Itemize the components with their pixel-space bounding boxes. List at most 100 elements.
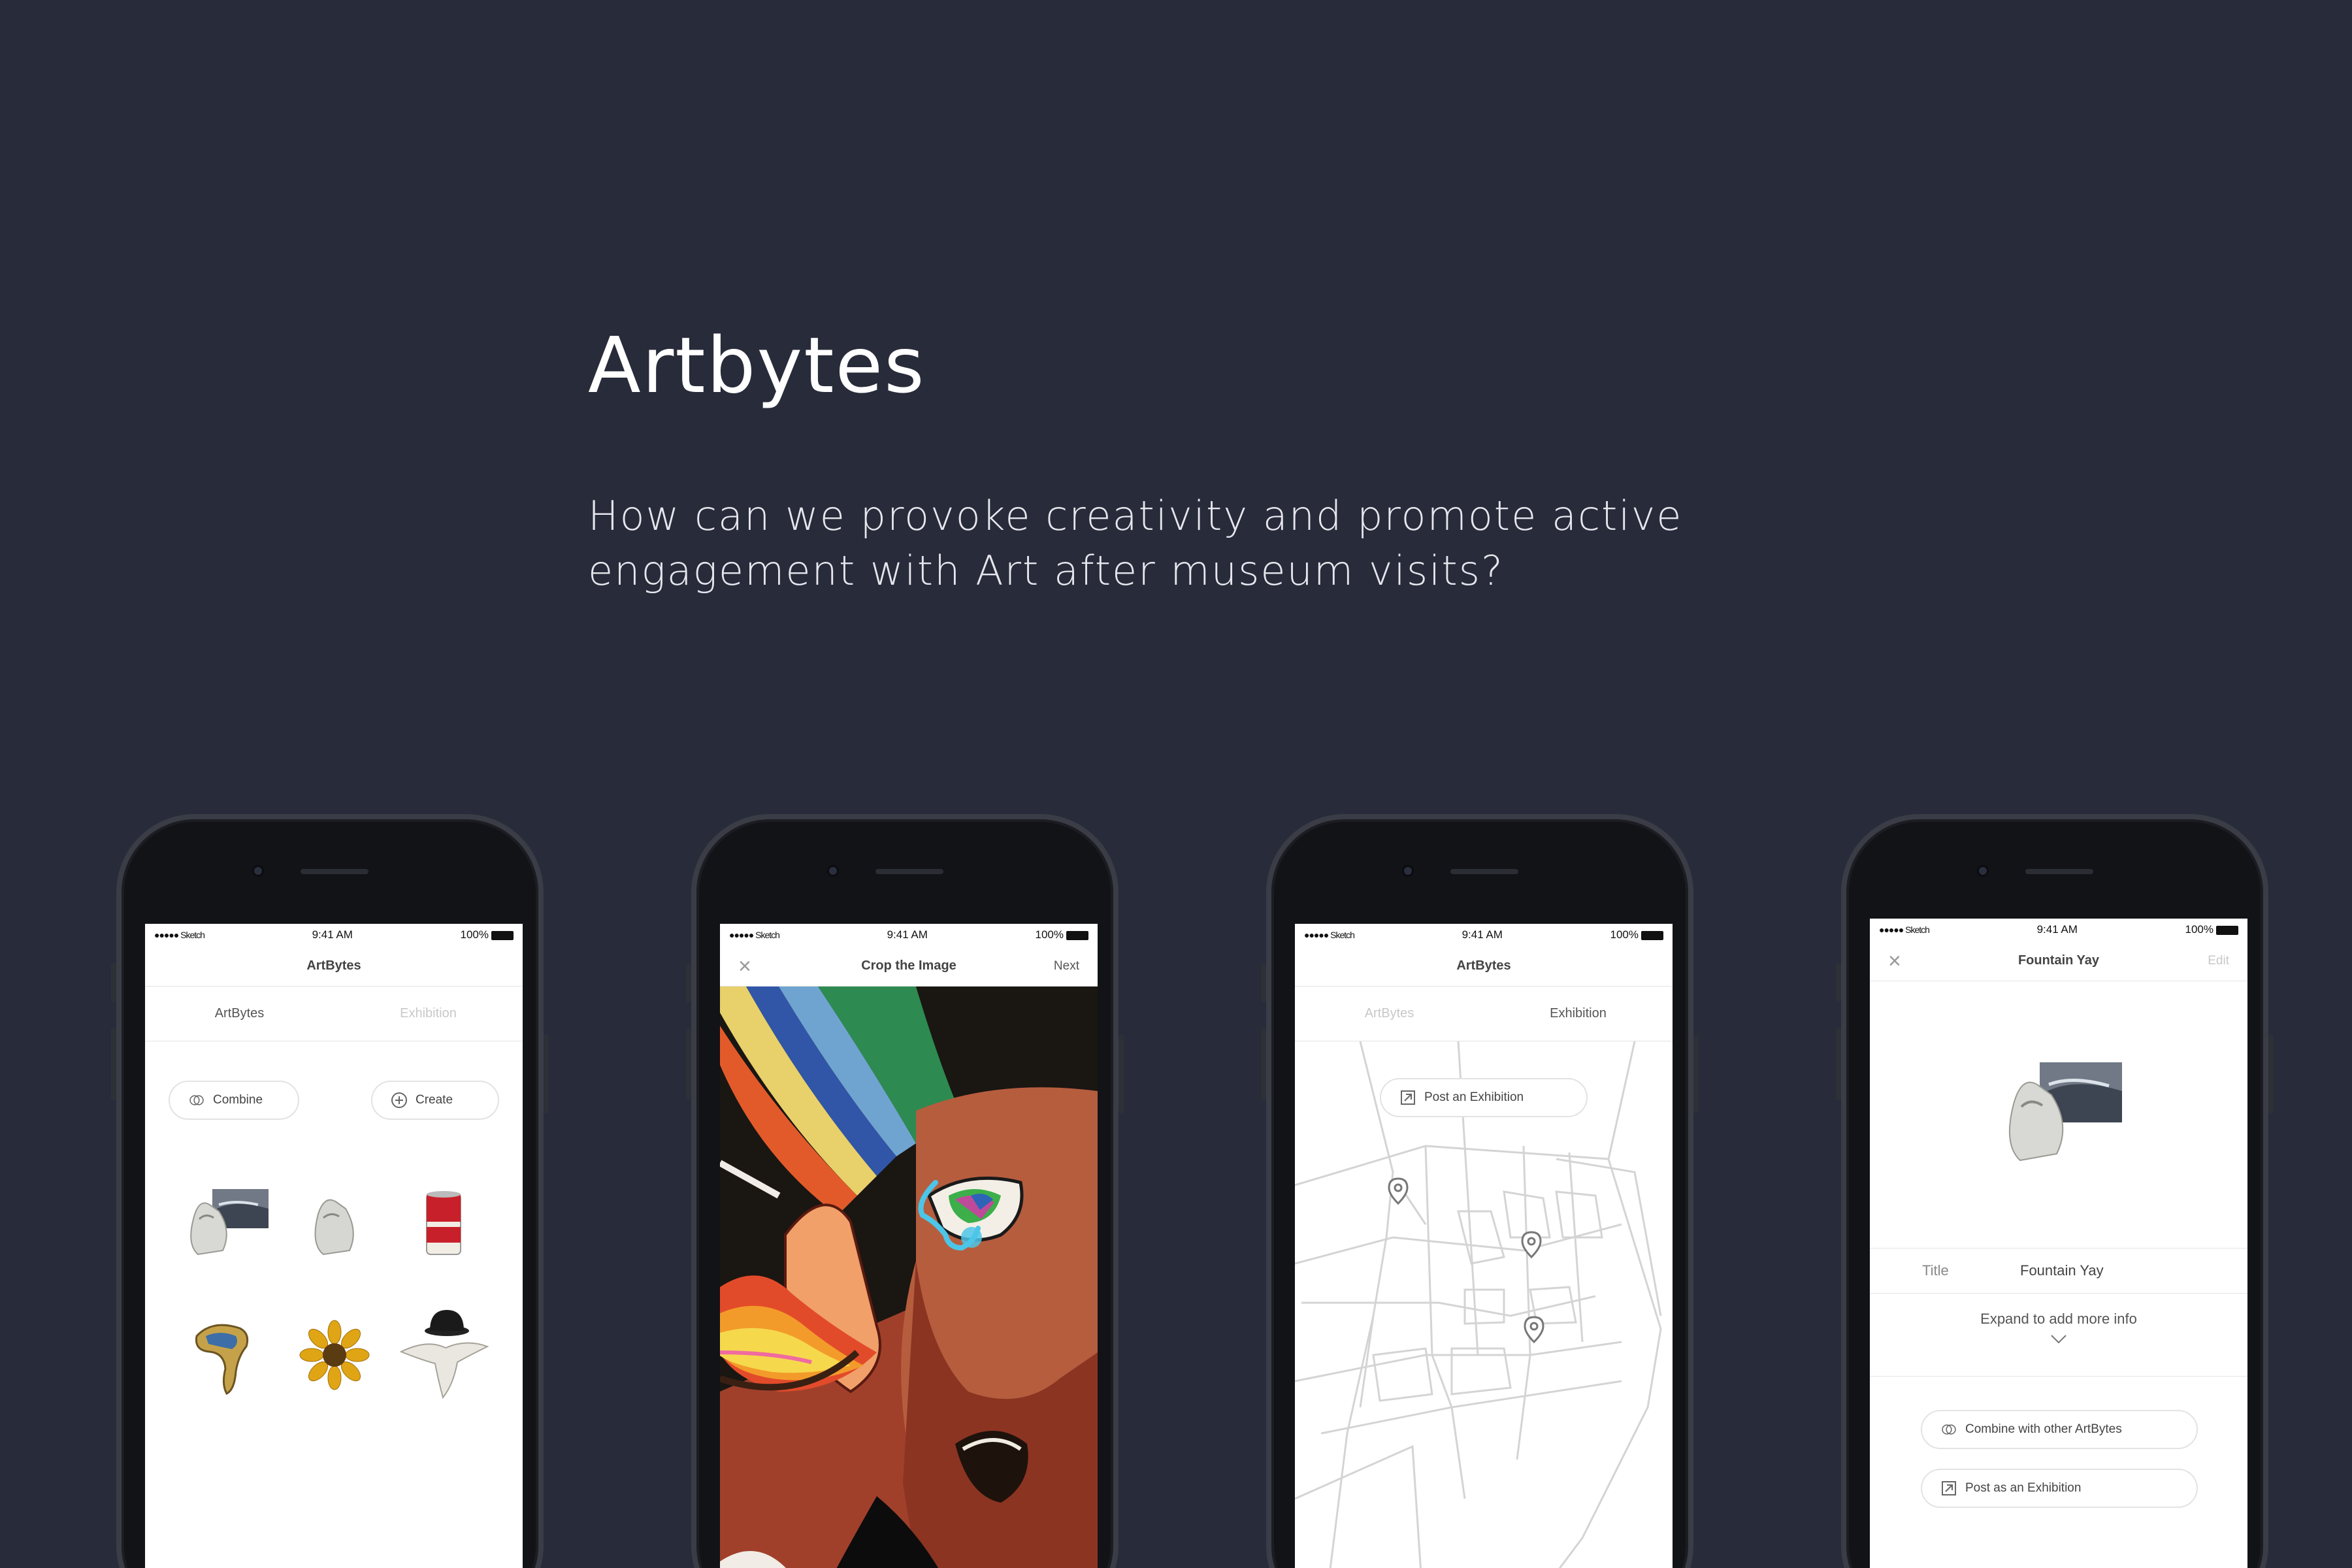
status-bar: ●●●●● Sketch 9:41 AM 100%	[720, 924, 1098, 946]
post-icon	[1399, 1089, 1416, 1106]
nav-bar: ArtBytes	[1295, 946, 1673, 987]
map-pin-icon[interactable]	[1521, 1231, 1542, 1262]
nav-title: Crop the Image	[861, 958, 956, 973]
carrier-signal: ●●●●● Sketch	[1879, 924, 1930, 935]
street-map	[1295, 1041, 1662, 1568]
artwork-image	[720, 987, 1098, 1568]
post-exhibition-label: Post an Exhibition	[1424, 1090, 1524, 1104]
battery-icon	[1641, 930, 1663, 940]
screen: ●●●●● Sketch 9:41 AM 100% × Fountain Yay…	[1870, 919, 2247, 1568]
earpiece-speaker	[301, 869, 368, 874]
artbyte-thumbnail[interactable]	[389, 1309, 498, 1401]
expand-label: Expand to add more info	[1980, 1311, 2137, 1327]
phone-collection: ●●●●● Sketch 9:41 AM 100% ArtBytes ArtBy…	[111, 814, 549, 1568]
artbyte-thumbnail[interactable]	[171, 1179, 280, 1270]
battery-icon	[2216, 925, 2238, 935]
melting-watch-icon	[195, 1324, 249, 1395]
screen: ●●●●● Sketch 9:41 AM 100% × Crop the Ima…	[720, 924, 1098, 1568]
screen: ●●●●● Sketch 9:41 AM 100% ArtBytes ArtBy…	[1295, 924, 1673, 1568]
crop-canvas[interactable]	[720, 987, 1098, 1568]
post-exhibition-button[interactable]: Post an Exhibition	[1380, 1078, 1588, 1117]
artbyte-thumbnail[interactable]	[171, 1309, 280, 1401]
nav-bar: × Crop the Image Next	[720, 946, 1098, 987]
create-button[interactable]: Create	[371, 1081, 499, 1120]
combine-button[interactable]: Combine	[169, 1081, 299, 1120]
map-view[interactable]	[1295, 1041, 1673, 1568]
phone-exhibition-map: ●●●●● Sketch 9:41 AM 100% ArtBytes ArtBy…	[1261, 814, 1699, 1568]
carrier-signal: ●●●●● Sketch	[154, 930, 205, 940]
earpiece-speaker	[2025, 869, 2093, 874]
segment-tabs: ArtBytes Exhibition	[1295, 987, 1673, 1041]
map-pin-icon[interactable]	[1388, 1177, 1409, 1208]
phone-artbyte-detail: ●●●●● Sketch 9:41 AM 100% × Fountain Yay…	[1836, 814, 2274, 1568]
mute-switch	[1836, 963, 1841, 1002]
next-button[interactable]: Next	[1054, 959, 1079, 973]
expand-toggle[interactable]: Expand to add more info	[1870, 1311, 2247, 1348]
power-button	[544, 1035, 549, 1113]
nav-bar: ArtBytes	[145, 946, 523, 987]
status-bar: ●●●●● Sketch 9:41 AM 100%	[145, 924, 523, 946]
battery-indicator: 100%	[1036, 928, 1088, 941]
post-icon	[1940, 1480, 1957, 1497]
hat-dove-icon	[399, 1310, 489, 1399]
tab-exhibition[interactable]: Exhibition	[1484, 987, 1673, 1041]
front-camera	[1977, 865, 1989, 877]
title-value: Fountain Yay	[2020, 1262, 2104, 1279]
tab-artbytes[interactable]: ArtBytes	[1295, 987, 1484, 1041]
status-bar: ●●●●● Sketch 9:41 AM 100%	[1870, 919, 2247, 941]
combine-with-artbytes-button[interactable]: Combine with other ArtBytes	[1921, 1410, 2198, 1449]
edit-button[interactable]: Edit	[2208, 954, 2229, 968]
status-bar: ●●●●● Sketch 9:41 AM 100%	[1295, 924, 1673, 946]
earpiece-speaker	[875, 869, 943, 874]
post-as-exhibition-label: Post as an Exhibition	[1965, 1481, 2082, 1495]
nav-title: ArtBytes	[1456, 958, 1511, 973]
close-icon[interactable]: ×	[1888, 950, 1901, 972]
segment-tabs: ArtBytes Exhibition	[145, 987, 523, 1041]
mute-switch	[1261, 963, 1266, 1002]
title-row[interactable]: Title Fountain Yay	[1870, 1248, 2247, 1294]
fountain-collage-icon	[190, 1189, 269, 1256]
title-label: Title	[1922, 1262, 1949, 1279]
artbyte-thumbnail[interactable]	[389, 1179, 498, 1270]
volume-up-button	[686, 1028, 691, 1100]
artbyte-thumbnail[interactable]	[280, 1179, 389, 1270]
front-camera	[252, 865, 264, 877]
combine-label: Combine	[213, 1093, 263, 1107]
tab-artbytes[interactable]: ArtBytes	[145, 987, 334, 1041]
page-title: Artbytes	[588, 320, 926, 410]
artbyte-thumbnail[interactable]	[280, 1309, 389, 1401]
status-time: 9:41 AM	[1462, 928, 1503, 941]
power-button	[2268, 1035, 2274, 1113]
close-icon[interactable]: ×	[738, 955, 751, 977]
fountain-collage-image	[2008, 1062, 2122, 1162]
status-time: 9:41 AM	[887, 928, 928, 941]
sunflower-icon	[299, 1320, 370, 1390]
post-as-exhibition-button[interactable]: Post as an Exhibition	[1921, 1469, 2198, 1508]
carrier-signal: ●●●●● Sketch	[729, 930, 780, 940]
battery-icon	[1066, 930, 1088, 940]
map-pin-icon[interactable]	[1524, 1316, 1544, 1347]
screen: ●●●●● Sketch 9:41 AM 100% ArtBytes ArtBy…	[145, 924, 523, 1568]
power-button	[1119, 1035, 1124, 1113]
phone-crop: ●●●●● Sketch 9:41 AM 100% × Crop the Ima…	[686, 814, 1124, 1568]
battery-icon	[491, 930, 514, 940]
status-time: 9:41 AM	[2036, 923, 2078, 936]
status-time: 9:41 AM	[312, 928, 353, 941]
fountain-icon	[314, 1199, 354, 1256]
mute-switch	[686, 963, 691, 1002]
front-camera	[1402, 865, 1414, 877]
chevron-down-icon	[1870, 1331, 2247, 1348]
nav-bar: × Fountain Yay Edit	[1870, 941, 2247, 981]
battery-indicator: 100%	[2185, 923, 2238, 936]
combine-icon	[1940, 1421, 1957, 1438]
mute-switch	[111, 963, 116, 1002]
combine-with-artbytes-label: Combine with other ArtBytes	[1965, 1422, 2122, 1436]
plus-circle-icon	[391, 1092, 408, 1109]
soup-can-icon	[425, 1191, 461, 1255]
divider	[1870, 1376, 2247, 1377]
front-camera	[827, 865, 839, 877]
tab-exhibition[interactable]: Exhibition	[334, 987, 523, 1041]
nav-title: ArtBytes	[306, 958, 361, 973]
battery-indicator: 100%	[1610, 928, 1663, 941]
volume-up-button	[111, 1028, 116, 1100]
